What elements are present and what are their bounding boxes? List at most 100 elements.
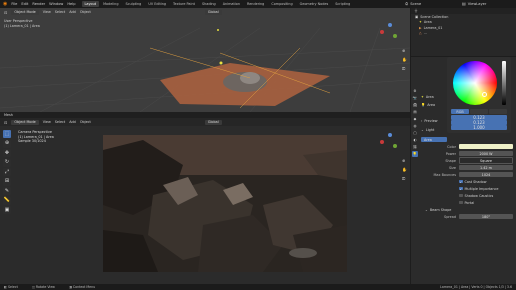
scene-selector[interactable]: ⛭ Scene: [405, 1, 421, 6]
constraints-tab-icon[interactable]: ⛓: [412, 144, 418, 150]
transform-tool[interactable]: ⊞: [3, 177, 11, 186]
tab-layout[interactable]: Layout: [81, 1, 100, 7]
shape-select[interactable]: Square: [459, 157, 513, 164]
camera-view-icon[interactable]: ⎚: [402, 176, 407, 181]
color-swatch[interactable]: [459, 144, 513, 149]
navigation-gizmo-bottom[interactable]: [378, 132, 400, 154]
annotate-tool[interactable]: ✎: [3, 187, 11, 195]
light-properties: Color Power 2000 W Shape Square Size 1.4…: [421, 143, 516, 220]
camera-view-icon[interactable]: ⎚: [402, 66, 407, 71]
view-layer-selector[interactable]: ▤ ViewLayer: [462, 1, 486, 6]
portal-row[interactable]: Portal: [421, 199, 516, 206]
size-row: Size 1.42 m: [421, 164, 516, 171]
render-tab-icon[interactable]: 📷: [412, 95, 418, 101]
menu-file[interactable]: File: [11, 2, 17, 6]
checkbox-unchecked-icon[interactable]: [459, 193, 463, 198]
tab-texture-paint[interactable]: Texture Paint: [170, 1, 198, 7]
view-layer-tab-icon[interactable]: ▤: [412, 109, 418, 115]
output-tab-icon[interactable]: 🖨: [412, 102, 418, 108]
viewport-top[interactable]: ⊡ Object Mode View Select Add Object Glo…: [0, 8, 410, 112]
object-tab-icon[interactable]: ▢: [412, 130, 418, 136]
world-tab-icon[interactable]: ◍: [412, 123, 418, 129]
menu-select[interactable]: Select: [55, 120, 65, 124]
color-wheel[interactable]: [453, 61, 497, 105]
select-box-tool[interactable]: ⬚: [3, 130, 11, 138]
cursor-icon: ⬚: [4, 130, 10, 137]
preview-panel-header[interactable]: › Preview: [421, 119, 438, 123]
value-slider[interactable]: [502, 61, 506, 105]
hsv-mode-tab[interactable]: [470, 109, 488, 114]
tab-modeling[interactable]: Modeling: [100, 1, 121, 7]
measure-tool[interactable]: 📏: [3, 196, 11, 205]
menu-edit[interactable]: Edit: [21, 2, 28, 6]
color-wheel-cursor[interactable]: [482, 92, 487, 97]
red-field[interactable]: 0.123: [451, 115, 507, 120]
gizmo-z-icon[interactable]: [388, 133, 392, 137]
move-tool[interactable]: ✥: [3, 149, 11, 157]
green-field[interactable]: 0.123: [451, 120, 507, 125]
checkbox-unchecked-icon[interactable]: [459, 200, 463, 205]
filter-icon[interactable]: ⏚: [414, 8, 418, 14]
add-cube-tool[interactable]: ▣: [3, 206, 11, 214]
tab-geometry-nodes[interactable]: Geometry Nodes: [297, 1, 332, 7]
scene-tab-icon[interactable]: ◆: [412, 116, 418, 122]
beam-shape-label: Beam Shape: [429, 207, 452, 212]
rgb-mode-tab[interactable]: RGB: [451, 109, 469, 114]
blue-field[interactable]: 1.000: [451, 125, 507, 130]
checkbox-checked-icon[interactable]: ✓: [459, 187, 463, 191]
tab-animation[interactable]: Animation: [220, 1, 243, 7]
menu-window[interactable]: Window: [49, 2, 63, 6]
cursor-tool[interactable]: ⊕: [3, 139, 11, 148]
gizmo-y-icon[interactable]: [393, 34, 397, 38]
menu-object[interactable]: Object: [80, 120, 91, 124]
rotate-tool[interactable]: ↻: [3, 158, 11, 167]
tab-rendering[interactable]: Rendering: [244, 1, 267, 7]
viewport-bottom[interactable]: ⊡ Object Mode View Select Add Object Glo…: [0, 118, 410, 284]
scale-tool[interactable]: ⤢: [3, 168, 11, 176]
tool-shelf: ⬚ ⊕ ✥ ↻ ⤢ ⊞ ✎ 📏 ▣: [3, 130, 11, 216]
gizmo-x-icon[interactable]: [380, 30, 384, 34]
hex-mode-tab[interactable]: [489, 109, 507, 114]
editor-type-icon[interactable]: ⊡: [4, 120, 7, 125]
tab-scripting[interactable]: Scripting: [332, 1, 353, 7]
gizmo-x-icon[interactable]: [380, 140, 384, 144]
multiple-importance-row[interactable]: ✓ Multiple Importance: [421, 185, 516, 192]
tab-sculpting[interactable]: Sculpting: [123, 1, 145, 7]
physics-tab-icon[interactable]: ◐: [412, 137, 418, 143]
spread-label: Spread: [444, 214, 456, 219]
pan-icon[interactable]: ✋: [402, 57, 407, 62]
color-picker-popup[interactable]: RGB 0.123 0.123 1.000: [447, 57, 511, 133]
menu-view[interactable]: View: [43, 120, 51, 124]
pan-icon[interactable]: ✋: [402, 167, 407, 172]
list-item[interactable]: △ ...: [411, 31, 516, 37]
spread-field[interactable]: 180°: [459, 214, 513, 219]
blender-logo-icon[interactable]: ◉: [3, 1, 7, 7]
tab-uv-editing[interactable]: UV Editing: [145, 1, 169, 7]
light-datablock[interactable]: 💡 Area: [421, 103, 445, 107]
gizmo-y-icon[interactable]: [393, 144, 397, 148]
zoom-icon[interactable]: ⊕: [402, 158, 407, 163]
light-panel-header[interactable]: ⌄ Light: [421, 128, 434, 132]
menu-render[interactable]: Render: [32, 2, 45, 6]
beam-shape-header[interactable]: ⌄ Beam Shape: [421, 206, 516, 213]
light-type-area[interactable]: Area: [421, 137, 447, 142]
menu-add[interactable]: Add: [69, 120, 76, 124]
shadow-caustics-row[interactable]: Shadow Caustics: [421, 192, 516, 199]
mouse-middle-icon: ◫: [31, 285, 35, 289]
mode-select[interactable]: Object Mode: [11, 119, 39, 125]
cast-shadow-row[interactable]: ✓ Cast Shadow: [421, 178, 516, 185]
checkbox-checked-icon[interactable]: ✓: [459, 180, 463, 184]
zoom-icon[interactable]: ⊕: [402, 48, 407, 53]
tab-shading[interactable]: Shading: [199, 1, 219, 7]
power-field[interactable]: 2000 W: [459, 151, 513, 156]
gizmo-z-icon[interactable]: [388, 23, 392, 27]
light-data-tab-icon[interactable]: 💡: [412, 151, 418, 157]
tool-tab-icon[interactable]: ⚙: [412, 88, 418, 94]
max-bounces-field[interactable]: 1024: [459, 172, 513, 177]
menu-help[interactable]: Help: [67, 2, 75, 6]
camera-icon: ▶: [419, 25, 422, 30]
tab-compositing[interactable]: Compositing: [268, 1, 295, 7]
orientation-select[interactable]: Global: [204, 119, 222, 125]
size-field[interactable]: 1.42 m: [459, 165, 513, 170]
navigation-gizmo-top[interactable]: [378, 22, 400, 44]
